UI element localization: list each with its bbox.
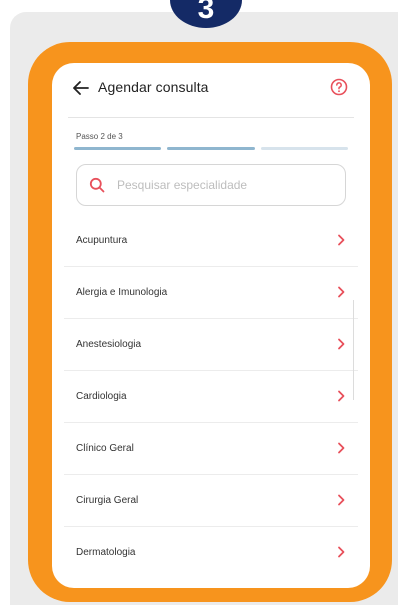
chevron-right-icon: [338, 338, 345, 350]
step-number: 3: [197, 0, 215, 25]
list-item-label: Clínico Geral: [76, 443, 134, 454]
chevron-right-icon: [338, 546, 345, 558]
chevron-right-icon: [338, 286, 345, 298]
chevron-right-icon: [338, 390, 345, 402]
chevron-right-icon: [338, 494, 345, 506]
help-circle-icon[interactable]: [330, 78, 348, 96]
step-progress: [74, 147, 348, 150]
progress-segment-1: [74, 147, 162, 150]
page-title: Agendar consulta: [98, 79, 209, 95]
list-item[interactable]: Anestesiologia: [64, 319, 358, 371]
list-item[interactable]: Alergia e Imunologia: [64, 267, 358, 319]
list-item-label: Acupuntura: [76, 235, 128, 246]
list-item[interactable]: Acupuntura: [64, 215, 358, 267]
list-item[interactable]: Dermatologia: [64, 527, 358, 578]
list-item[interactable]: Clínico Geral: [64, 423, 358, 475]
list-item-label: Alergia e Imunologia: [76, 287, 168, 298]
chevron-right-icon: [338, 234, 345, 246]
arrow-left-icon[interactable]: [72, 79, 90, 97]
header-divider: [68, 117, 354, 118]
scrollbar[interactable]: [353, 300, 354, 400]
list-item-label: Anestesiologia: [76, 339, 142, 350]
chevron-right-icon: [338, 442, 345, 454]
search-input[interactable]: [115, 177, 339, 193]
list-item-label: Dermatologia: [76, 547, 136, 558]
search-box[interactable]: [76, 164, 346, 206]
specialty-list: Acupuntura Alergia e Imunologia Anestesi…: [52, 215, 370, 578]
list-item-label: Cardiologia: [76, 391, 127, 402]
progress-segment-3: [260, 147, 348, 150]
app-header: Agendar consulta: [52, 63, 370, 117]
list-item[interactable]: Cardiologia: [64, 371, 358, 423]
search-icon: [89, 177, 105, 193]
list-item[interactable]: Cirurgia Geral: [64, 475, 358, 527]
list-item-label: Cirurgia Geral: [76, 495, 139, 506]
app-screen: Agendar consulta Passo 2 de 3 Acupuntura…: [52, 63, 370, 588]
step-indicator-text: Passo 2 de 3: [76, 132, 123, 141]
progress-segment-2: [167, 147, 255, 150]
